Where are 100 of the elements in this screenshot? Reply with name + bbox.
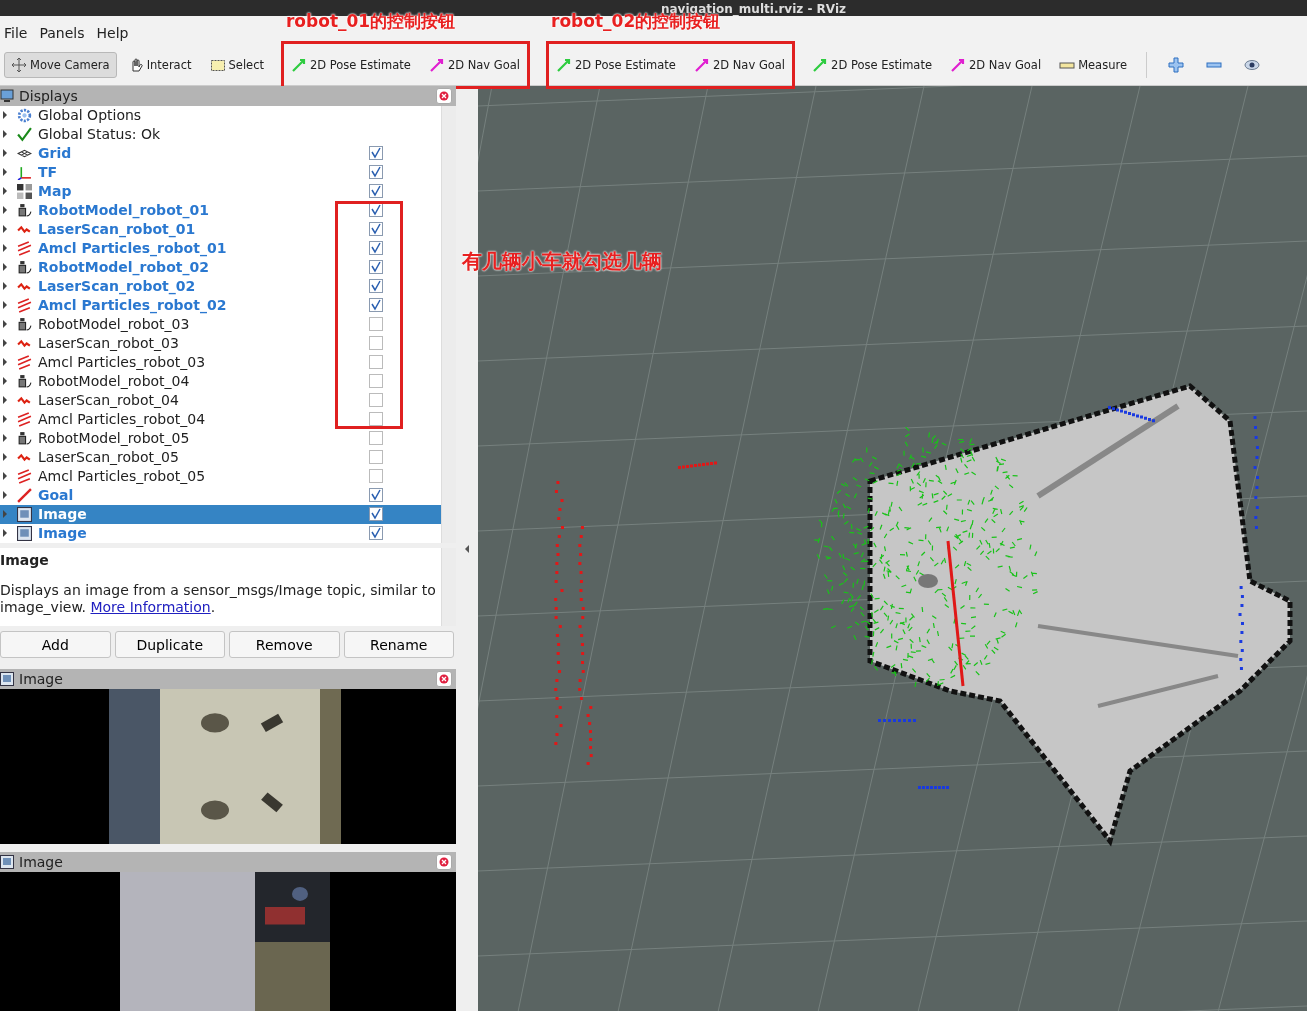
expand-icon[interactable] <box>3 415 7 424</box>
expand-icon[interactable] <box>3 339 7 348</box>
expand-icon[interactable] <box>3 130 7 139</box>
panel-button[interactable]: Add <box>0 631 111 658</box>
tree-row[interactable]: TF <box>0 162 441 182</box>
checkbox[interactable] <box>369 431 383 446</box>
tree-row[interactable]: LaserScan_robot_01 <box>0 219 441 239</box>
tree-row[interactable]: Goal <box>0 485 441 505</box>
expand-icon[interactable] <box>3 244 7 253</box>
tree-item-label: RobotModel_robot_02 <box>38 259 209 276</box>
menu-item[interactable]: Panels <box>39 25 85 41</box>
expand-icon[interactable] <box>3 282 7 291</box>
tree-item-label: TF <box>38 164 58 181</box>
robot-icon <box>17 430 32 446</box>
tree-row[interactable]: Amcl Particles_robot_04 <box>0 409 441 429</box>
tree-row[interactable]: RobotModel_robot_01 <box>0 200 441 220</box>
tree-row[interactable]: Image <box>0 504 441 524</box>
panel-button[interactable]: Remove <box>229 631 340 658</box>
tree-item-label: Amcl Particles_robot_03 <box>38 354 206 371</box>
expand-icon[interactable] <box>3 434 7 443</box>
tree-row[interactable]: LaserScan_robot_02 <box>0 276 441 296</box>
menu-item[interactable]: Help <box>96 25 129 41</box>
expand-icon[interactable] <box>3 187 7 196</box>
tree-row[interactable]: Amcl Particles_robot_05 <box>0 466 441 486</box>
tree-item-label: RobotModel_robot_01 <box>38 202 209 219</box>
checkbox[interactable] <box>369 336 383 351</box>
expand-icon[interactable] <box>3 149 7 158</box>
checkbox[interactable] <box>369 260 383 275</box>
tree-item[interactable]: Global Status: Ok <box>38 126 160 143</box>
expand-icon[interactable] <box>3 320 7 329</box>
tree-row[interactable]: Image <box>0 523 441 543</box>
checkbox[interactable] <box>369 355 383 370</box>
arrows-icon <box>17 297 32 313</box>
image-icon <box>0 855 14 869</box>
axes-icon <box>17 164 32 180</box>
tree-row[interactable]: LaserScan_robot_03 <box>0 333 441 353</box>
checkbox[interactable] <box>369 241 383 256</box>
expand-icon[interactable] <box>3 491 7 500</box>
panel-button[interactable]: Duplicate <box>114 631 225 658</box>
tool-button[interactable]: Move Camera <box>4 51 117 78</box>
expand-icon[interactable] <box>3 358 7 367</box>
checkbox[interactable] <box>369 450 383 465</box>
tree-row[interactable]: RobotModel_robot_02 <box>0 257 441 277</box>
tree-row[interactable]: Grid <box>0 143 441 163</box>
expand-icon[interactable] <box>3 301 7 310</box>
checkbox[interactable] <box>369 469 383 484</box>
tree-row[interactable]: LaserScan_robot_05 <box>0 447 441 467</box>
tool-button[interactable]: 2D Nav Goal <box>686 51 793 78</box>
menu-item[interactable]: File <box>4 25 28 41</box>
tool-button[interactable]: Interact <box>120 51 199 78</box>
more-information-link[interactable]: More Information <box>90 599 211 616</box>
expand-icon[interactable] <box>3 168 7 177</box>
close-button[interactable] <box>436 87 452 104</box>
checkbox[interactable] <box>369 507 383 522</box>
tree-row[interactable]: Map <box>0 181 441 201</box>
tree-row[interactable]: RobotModel_robot_05 <box>0 428 441 448</box>
expand-icon[interactable] <box>3 206 7 215</box>
checkbox[interactable] <box>369 298 383 313</box>
checkbox[interactable] <box>369 279 383 294</box>
expand-icon[interactable] <box>3 472 7 481</box>
checkbox[interactable] <box>369 146 383 161</box>
checkbox[interactable] <box>369 488 383 503</box>
checkbox[interactable] <box>369 412 383 427</box>
tool-button[interactable]: 2D Nav Goal <box>943 51 1049 78</box>
tree-row[interactable]: Amcl Particles_robot_03 <box>0 352 441 372</box>
collapse-icon[interactable] <box>465 545 469 553</box>
tool-button[interactable]: 2D Pose Estimate <box>805 51 939 78</box>
close-button[interactable] <box>436 854 452 870</box>
expand-icon[interactable] <box>3 529 7 538</box>
expand-icon[interactable] <box>3 453 7 462</box>
map-icon <box>17 183 32 199</box>
tree-row[interactable]: RobotModel_robot_04 <box>0 371 441 391</box>
tree-row[interactable]: Amcl Particles_robot_01 <box>0 238 441 258</box>
tree-item-label: LaserScan_robot_05 <box>38 449 179 466</box>
checkbox[interactable] <box>369 374 383 389</box>
expand-icon[interactable] <box>3 377 7 386</box>
expand-icon[interactable] <box>3 111 7 120</box>
image-icon <box>17 525 32 541</box>
tree-item[interactable]: Global Options <box>38 107 142 124</box>
tree-item-label: LaserScan_robot_04 <box>38 392 179 409</box>
checkbox[interactable] <box>369 393 383 408</box>
tool-button[interactable]: 2D Pose Estimate <box>284 51 418 78</box>
tool-button[interactable]: Measure <box>1052 51 1134 78</box>
panel-button[interactable]: Rename <box>343 631 454 658</box>
expand-icon[interactable] <box>3 396 7 405</box>
tree-row[interactable]: RobotModel_robot_03 <box>0 314 441 334</box>
tree-row[interactable]: LaserScan_robot_04 <box>0 390 441 410</box>
move-icon <box>11 56 27 73</box>
checkbox[interactable] <box>369 222 383 237</box>
expand-icon[interactable] <box>3 263 7 272</box>
expand-icon[interactable] <box>3 225 7 234</box>
tool-button[interactable]: 2D Pose Estimate <box>549 51 683 78</box>
checkbox[interactable] <box>369 165 383 180</box>
close-button[interactable] <box>436 671 452 687</box>
tool-button[interactable]: Select <box>202 51 271 78</box>
checkbox[interactable] <box>369 184 383 199</box>
tool-button[interactable]: 2D Nav Goal <box>421 51 528 78</box>
tree-row[interactable]: Amcl Particles_robot_02 <box>0 295 441 315</box>
checkbox[interactable] <box>369 526 383 541</box>
checkbox[interactable] <box>369 317 383 332</box>
